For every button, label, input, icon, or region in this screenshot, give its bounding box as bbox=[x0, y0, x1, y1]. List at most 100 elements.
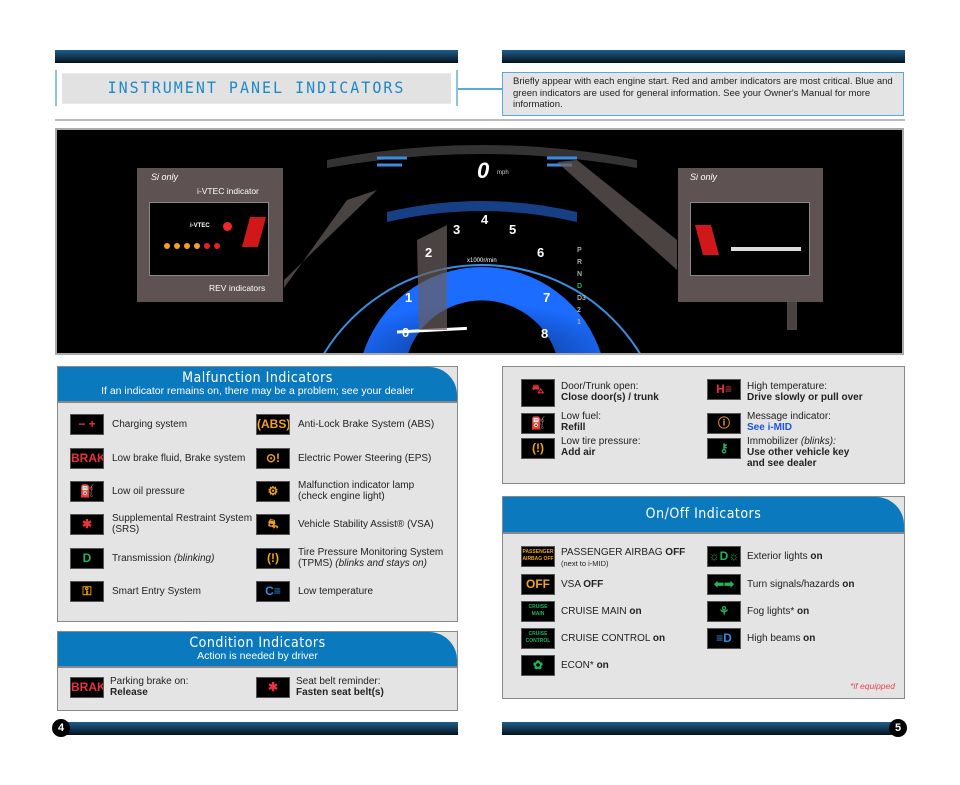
malfunction-item-label: Supplemental Restraint System (SRS) bbox=[112, 513, 252, 535]
vsa-icon: ⛐ bbox=[256, 514, 290, 535]
warning-indicators-panel: ⛍ Door/Trunk open: Close door(s) / trunk H≡… bbox=[502, 366, 905, 484]
line1: High temperature: bbox=[747, 381, 828, 392]
shift-light-inset bbox=[690, 202, 810, 276]
vtec-callout: Si only i-VTEC indicator i-VTEC REV indi… bbox=[137, 168, 283, 302]
gear-n: N bbox=[577, 271, 583, 278]
malfunction-item-label: Malfunction indicator lamp (check engine … bbox=[298, 480, 414, 502]
condition-item-label: Seat belt reminder: Fasten seat belt(s) bbox=[296, 676, 384, 698]
label-text: High beams bbox=[747, 633, 804, 644]
tach-2: 2 bbox=[425, 245, 433, 260]
line2: Fasten seat belt(s) bbox=[296, 687, 384, 698]
parking-brake-icon: BRAKE bbox=[70, 677, 104, 698]
tach-3: 3 bbox=[453, 222, 461, 237]
airbag-icon: ✱ bbox=[70, 514, 104, 535]
malfunction-indicators-panel: Malfunction Indicators If an indicator r… bbox=[57, 366, 458, 622]
speed-readout: 0 bbox=[477, 158, 490, 183]
label-text: VSA bbox=[561, 579, 584, 590]
rev-indicator-lights bbox=[164, 243, 220, 249]
divider bbox=[55, 119, 905, 121]
line1: Seat belt reminder: bbox=[296, 676, 381, 687]
line1: Low tire pressure: bbox=[561, 436, 641, 447]
top-bar-right bbox=[502, 50, 905, 63]
label-text: CRUISE CONTROL bbox=[561, 633, 653, 644]
tach-0: 0 bbox=[402, 325, 410, 340]
connector-line bbox=[458, 88, 502, 90]
label-text: Transmission bbox=[112, 553, 172, 564]
message-icon: ⓘ bbox=[707, 413, 741, 434]
condition-subtitle: Action is needed by driver bbox=[197, 650, 318, 662]
label-state: on bbox=[810, 551, 823, 562]
line1: Door/Trunk open: bbox=[561, 381, 639, 392]
label-emphasis: (blinks and stays on) bbox=[335, 558, 427, 569]
line2: Use other vehicle key bbox=[747, 447, 850, 458]
tach-8: 8 bbox=[541, 326, 549, 341]
exterior-lights-icon: ☼D☼ bbox=[707, 546, 741, 567]
info-item-label: Immobilizer (blinks): Use other vehicle k… bbox=[747, 436, 849, 469]
speed-unit: mph bbox=[497, 170, 509, 176]
malfunction-header: Malfunction Indicators If an indicator r… bbox=[58, 367, 457, 403]
check-engine-icon: ⚙ bbox=[256, 481, 290, 502]
high-beams-icon: ≡D bbox=[707, 628, 741, 649]
label-text: Malfunction indicator lamp bbox=[298, 480, 415, 491]
eps-icon: ⊙! bbox=[256, 448, 290, 469]
label-emphasis: (blinking) bbox=[173, 553, 215, 564]
smart-entry-icon: ⚿ bbox=[70, 581, 104, 602]
label-text: Turn signals/hazards bbox=[747, 579, 843, 590]
line2: Refill bbox=[561, 422, 586, 433]
title-box: INSTRUMENT PANEL INDICATORS bbox=[55, 70, 458, 106]
condition-indicators-panel: Condition Indicators Action is needed by… bbox=[57, 631, 458, 711]
label-state: on bbox=[803, 633, 816, 644]
fuel-icon: ⛽ bbox=[521, 413, 555, 434]
bottom-bar-left bbox=[62, 722, 458, 735]
onoff-item-label: Exterior lights on bbox=[747, 551, 823, 562]
condition-item-label: Parking brake on: Release bbox=[110, 676, 188, 698]
tach-1: 1 bbox=[405, 290, 413, 305]
info-item-label: High temperature: Drive slowly or pull ov… bbox=[747, 381, 863, 403]
econ-icon: ✿ bbox=[521, 655, 555, 676]
vtec-badge: i-VTEC bbox=[190, 223, 210, 229]
line2: Add air bbox=[561, 447, 596, 458]
line2: Drive slowly or pull over bbox=[747, 392, 863, 403]
page-number-right: 5 bbox=[889, 719, 907, 737]
label-text: Charging system bbox=[112, 419, 188, 430]
vtec-inset: i-VTEC bbox=[149, 202, 269, 276]
vtec-indicator-label: i-VTEC indicator bbox=[197, 186, 259, 196]
label-text: Electric Power Steering (EPS) bbox=[298, 453, 432, 464]
malfunction-item-label: Vehicle Stability Assist® (VSA) bbox=[298, 519, 434, 530]
label-state: on bbox=[596, 660, 609, 671]
malfunction-item-label: Low brake fluid, Brake system bbox=[112, 453, 245, 464]
onoff-indicators-panel: On/Off Indicators PASSENGER AIRBAG OFF PA… bbox=[502, 496, 905, 699]
onoff-item-label: PASSENGER AIRBAG OFF (next to i-MID) bbox=[561, 547, 685, 569]
malfunction-item-label: Tire Pressure Monitoring System (TPMS) (b… bbox=[298, 547, 443, 569]
malfunction-item-label: Transmission (blinking) bbox=[112, 553, 214, 564]
onoff-item-label: High beams on bbox=[747, 633, 815, 644]
tach-5: 5 bbox=[509, 222, 517, 237]
gear-1: 1 bbox=[577, 319, 581, 326]
seat-belt-icon: ✱ bbox=[256, 677, 290, 698]
malfunction-item-label: Smart Entry System bbox=[112, 586, 201, 597]
malfunction-subtitle: If an indicator remains on, there may be… bbox=[101, 385, 414, 397]
immobilizer-icon: ⚷ bbox=[707, 438, 741, 459]
malfunction-item-label: Anti-Lock Brake System (ABS) bbox=[298, 419, 434, 430]
cruise-main-icon: CRUISE MAIN bbox=[521, 601, 555, 622]
low-temperature-icon: C≡ bbox=[256, 581, 290, 602]
tpms-icon: (!) bbox=[256, 548, 290, 569]
malfunction-item-label: Electric Power Steering (EPS) bbox=[298, 453, 431, 464]
info-item-label: Low fuel: Refill bbox=[561, 411, 601, 433]
label-text: CRUISE MAIN bbox=[561, 606, 630, 617]
si-only-label: Si only bbox=[151, 172, 179, 182]
malfunction-title: Malfunction Indicators bbox=[182, 370, 333, 386]
onoff-header: On/Off Indicators bbox=[503, 497, 904, 534]
condition-header: Condition Indicators Action is needed by… bbox=[58, 632, 457, 668]
label-text: Low temperature bbox=[298, 586, 374, 597]
onoff-item-label: CRUISE CONTROL on bbox=[561, 633, 665, 644]
label-state: on bbox=[797, 606, 810, 617]
oil-can-icon: ⛽ bbox=[70, 481, 104, 502]
gear-2: 2 bbox=[577, 307, 581, 314]
label-text: Tire Pressure Monitoring System bbox=[298, 547, 444, 558]
page-title: INSTRUMENT PANEL INDICATORS bbox=[62, 73, 451, 104]
page-number-left: 4 bbox=[52, 719, 70, 737]
vsa-off-icon: OFF bbox=[521, 574, 555, 595]
onoff-item-label: ECON* on bbox=[561, 660, 609, 671]
si-callout-right: Si only bbox=[678, 168, 823, 302]
